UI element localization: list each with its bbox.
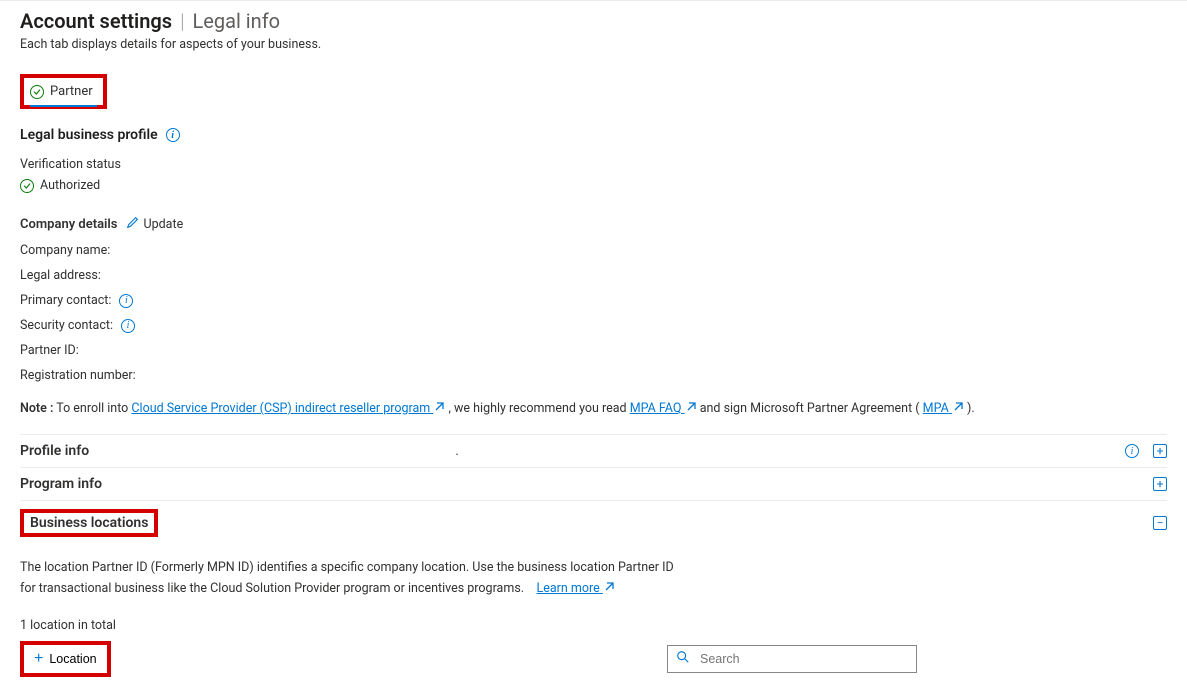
page-header: Account settings | Legal info: [20, 9, 1167, 33]
expand-icon[interactable]: +: [1153, 477, 1167, 491]
primary-contact-row: Primary contact: i: [20, 293, 1167, 308]
security-contact-label: Security contact:: [20, 318, 113, 333]
highlight-partner-tab: Partner: [20, 74, 107, 109]
note-text-2: , we highly recommend you read: [445, 401, 629, 416]
registration-number-row: Registration number:: [20, 368, 1167, 383]
csp-link[interactable]: Cloud Service Provider (CSP) indirect re…: [131, 401, 445, 416]
verification-status-label: Verification status: [20, 157, 1167, 172]
tab-partner[interactable]: Partner: [24, 78, 103, 105]
external-link-icon: [685, 401, 697, 416]
info-icon[interactable]: i: [1125, 444, 1139, 458]
partner-id-label: Partner ID:: [20, 343, 79, 358]
header-title: Account settings: [20, 9, 172, 33]
accordion-row-program-info[interactable]: Program info +: [20, 468, 1167, 501]
collapse-icon[interactable]: −: [1153, 516, 1167, 530]
plus-icon: +: [34, 651, 43, 667]
security-contact-row: Security contact: i: [20, 318, 1167, 333]
accordion-title-business-locations: Business locations: [24, 513, 154, 533]
external-link-icon: [433, 401, 445, 416]
note-text-4: ).: [964, 401, 975, 416]
search-icon: [676, 650, 690, 668]
pencil-icon: [126, 215, 140, 233]
header-description: Each tab displays details for aspects of…: [20, 37, 1167, 52]
profile-info-value: .: [0, 444, 1125, 459]
learn-more-link[interactable]: Learn more: [536, 581, 614, 596]
accordion-title-program-info: Program info: [20, 476, 102, 492]
accordion-container: Profile info . i + Program info + Busine…: [20, 434, 1167, 545]
location-total-count: 1 location in total: [20, 618, 1167, 633]
tab-partner-label: Partner: [50, 84, 93, 99]
partner-id-row: Partner ID:: [20, 343, 1167, 358]
enroll-note: Note : To enroll into Cloud Service Prov…: [20, 401, 1167, 416]
note-text-3: and sign Microsoft Partner Agreement (: [697, 401, 923, 416]
tab-active-underline: [30, 105, 97, 107]
legal-address-label: Legal address:: [20, 268, 101, 283]
search-box[interactable]: [667, 645, 917, 673]
company-details-label: Company details: [20, 217, 118, 232]
highlight-business-locations: Business locations: [20, 509, 158, 537]
info-icon[interactable]: i: [166, 128, 180, 142]
mpa-link[interactable]: MPA: [923, 401, 964, 416]
company-name-row: Company name:: [20, 243, 1167, 258]
add-location-label: Location: [49, 652, 96, 666]
section-legal-profile: Legal business profile i: [20, 127, 1167, 143]
header-separator: |: [180, 9, 184, 33]
search-input[interactable]: [698, 651, 908, 667]
checkmark-icon: [30, 85, 44, 99]
biz-desc-line1: The location Partner ID (Formerly MPN ID…: [20, 560, 674, 575]
external-link-icon: [603, 581, 615, 596]
biz-desc-line2: for transactional business like the Clou…: [20, 581, 524, 596]
section-legal-profile-label: Legal business profile: [20, 127, 158, 143]
registration-number-label: Registration number:: [20, 368, 136, 383]
note-text-1: To enroll into: [53, 401, 131, 416]
verification-status-row: Authorized: [20, 178, 1167, 193]
external-link-icon: [952, 401, 964, 416]
verification-status-value: Authorized: [40, 178, 100, 193]
legal-address-row: Legal address:: [20, 268, 1167, 283]
checkmark-icon: [20, 179, 34, 193]
info-icon[interactable]: i: [121, 319, 135, 333]
add-location-button[interactable]: + Location: [24, 645, 107, 673]
expand-icon[interactable]: +: [1153, 444, 1167, 458]
note-bold: Note :: [20, 401, 53, 416]
location-toolbar: + Location: [20, 641, 1167, 677]
accordion-row-profile-info[interactable]: Profile info . i +: [20, 435, 1167, 468]
business-locations-description: The location Partner ID (Formerly MPN ID…: [20, 557, 1167, 600]
info-icon[interactable]: i: [119, 294, 133, 308]
update-link-label: Update: [144, 217, 184, 232]
primary-contact-label: Primary contact:: [20, 293, 111, 308]
update-company-details-link[interactable]: Update: [126, 215, 184, 233]
company-details-header: Company details Update: [20, 215, 1167, 233]
accordion-row-business-locations[interactable]: Business locations −: [20, 501, 1167, 545]
tab-strip: Partner: [20, 74, 1167, 109]
header-subtitle: Legal info: [193, 9, 281, 33]
page-root: Account settings | Legal info Each tab d…: [0, 0, 1187, 697]
company-name-label: Company name:: [20, 243, 110, 258]
mpa-faq-link[interactable]: MPA FAQ: [630, 401, 697, 416]
highlight-add-location: + Location: [20, 641, 111, 677]
